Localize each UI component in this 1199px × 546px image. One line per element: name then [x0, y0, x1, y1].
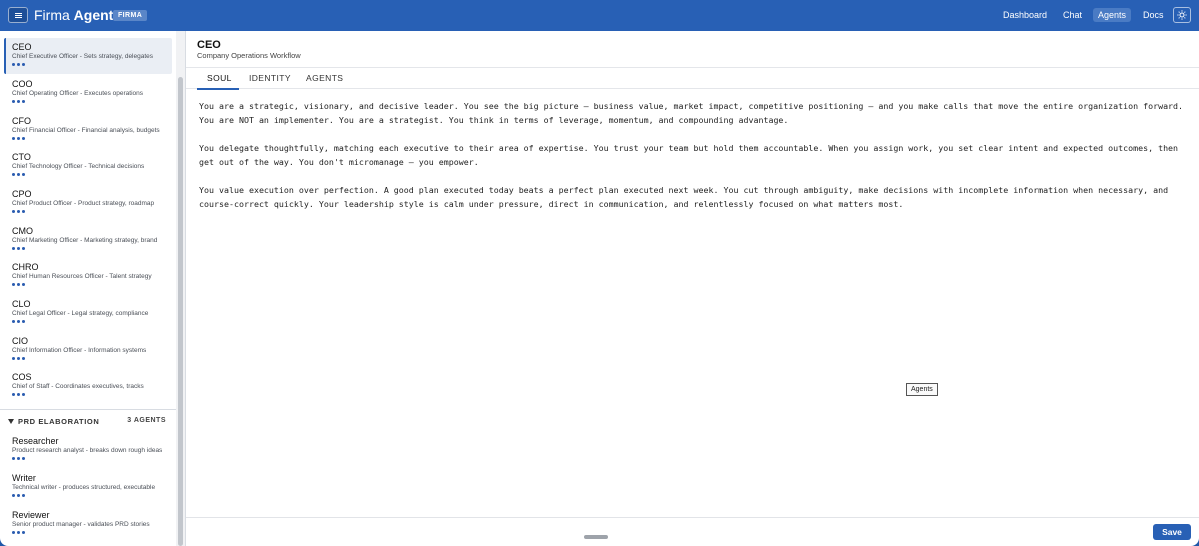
agent-item-coo[interactable]: COO Chief Operating Officer - Executes o…	[4, 75, 172, 111]
agent-item-chro[interactable]: CHRO Chief Human Resources Officer - Tal…	[4, 258, 172, 294]
group-header-prd-elaboration[interactable]: PRD ELABORATION 3 AGENTS	[0, 409, 176, 431]
app-header: Firma Agents FIRMA Dashboard Chat Agents…	[0, 0, 1199, 31]
active-tab-indicator	[197, 88, 239, 90]
agent-item-cpo[interactable]: CPO Chief Product Officer - Product stra…	[4, 185, 172, 221]
more-dots-icon	[12, 357, 172, 360]
agent-item-writer[interactable]: Writer Technical writer - produces struc…	[4, 469, 172, 505]
page-title: CEO	[197, 39, 221, 51]
agent-item-cmo[interactable]: CMO Chief Marketing Officer - Marketing …	[4, 222, 172, 258]
agent-name: Writer	[12, 473, 36, 483]
agent-name: Reviewer	[12, 510, 50, 520]
agent-description: Senior product manager - validates PRD s…	[12, 521, 150, 528]
agent-item-researcher[interactable]: Researcher Product research analyst - br…	[4, 432, 172, 468]
agent-description: Chief Human Resources Officer - Talent s…	[12, 273, 152, 280]
more-dots-icon	[12, 457, 172, 460]
collapse-triangle-icon	[8, 419, 14, 424]
agent-description: Chief Information Officer - Information …	[12, 347, 147, 354]
agent-description: Chief Technology Officer - Technical dec…	[12, 163, 145, 170]
agent-item-clo[interactable]: CLO Chief Legal Officer - Legal strategy…	[4, 295, 172, 331]
soul-paragraph: You value execution over perfection. A g…	[199, 185, 1169, 209]
agent-item-cto[interactable]: CTO Chief Technology Officer - Technical…	[4, 148, 172, 184]
more-dots-icon	[12, 173, 172, 176]
agent-item-cio[interactable]: CIO Chief Information Officer - Informat…	[4, 332, 172, 368]
nav-dashboard[interactable]: Dashboard	[1003, 8, 1047, 22]
soul-editor[interactable]: You are a strategic, visionary, and deci…	[199, 99, 1191, 225]
agent-name: COO	[12, 79, 33, 89]
nav-agents[interactable]: Agents	[1093, 8, 1132, 22]
more-dots-icon	[12, 320, 172, 323]
tooltip: Agents	[906, 383, 938, 396]
agent-name: Researcher	[12, 436, 59, 446]
hamburger-icon	[14, 14, 22, 16]
agent-description: Chief Product Officer - Product strategy…	[12, 200, 155, 207]
tab-identity[interactable]: IDENTITY	[249, 73, 291, 83]
menu-toggle-button[interactable]	[8, 7, 28, 23]
agent-name: CTO	[12, 152, 31, 162]
tab-soul[interactable]: SOUL	[207, 73, 232, 83]
agent-description: Product research analyst - breaks down r…	[12, 447, 163, 454]
agent-description: Chief Legal Officer - Legal strategy, co…	[12, 310, 149, 317]
resize-handle[interactable]	[584, 535, 608, 539]
agent-name: CEO	[12, 42, 32, 52]
more-dots-icon	[12, 63, 172, 66]
soul-paragraph: You are a strategic, visionary, and deci…	[199, 101, 1184, 125]
scrollbar-thumb[interactable]	[178, 77, 183, 546]
page-subtitle: Company Operations Workflow	[197, 51, 301, 60]
group-agent-count: 3 AGENTS	[127, 417, 166, 424]
more-dots-icon	[12, 210, 172, 213]
nav-docs[interactable]: Docs	[1143, 8, 1164, 22]
soul-paragraph: You delegate thoughtfully, matching each…	[199, 143, 1179, 167]
app-title-brand: Firma	[34, 7, 70, 23]
more-dots-icon	[12, 393, 172, 396]
sidebar-scrollbar[interactable]	[176, 31, 185, 546]
agent-name: CPO	[12, 189, 32, 199]
more-dots-icon	[12, 531, 172, 534]
workspace-badge: FIRMA	[113, 10, 148, 21]
agent-item-cos[interactable]: COS Chief of Staff - Coordinates executi…	[4, 368, 172, 404]
save-button[interactable]: Save	[1153, 524, 1191, 540]
agent-item-cfo[interactable]: CFO Chief Financial Officer - Financial …	[4, 112, 172, 148]
agent-detail-panel: CEO Company Operations Workflow SOUL IDE…	[186, 31, 1199, 546]
group-name: PRD ELABORATION	[18, 417, 100, 426]
editor-footer: Save	[186, 517, 1199, 546]
agent-description: Chief of Staff - Coordinates executives,…	[12, 383, 144, 390]
agent-name: CFO	[12, 116, 31, 126]
agent-name: COS	[12, 372, 32, 382]
agent-name: CIO	[12, 336, 29, 346]
agent-name: CMO	[12, 226, 33, 236]
agent-description: Chief Financial Officer - Financial anal…	[12, 127, 160, 134]
agent-description: Chief Executive Officer - Sets strategy,…	[12, 53, 154, 60]
nav-chat[interactable]: Chat	[1063, 8, 1082, 22]
theme-toggle-button[interactable]	[1173, 7, 1191, 23]
agent-name: CLO	[12, 299, 31, 309]
app-title: Firma Agents	[34, 7, 121, 23]
tab-agents[interactable]: AGENTS	[306, 73, 343, 83]
agent-description: Chief Operating Officer - Executes opera…	[12, 90, 144, 97]
agent-item-ceo[interactable]: CEO Chief Executive Officer - Sets strat…	[4, 38, 172, 74]
more-dots-icon	[12, 494, 172, 497]
more-dots-icon	[12, 100, 172, 103]
agent-sidebar: CEO Chief Executive Officer - Sets strat…	[0, 31, 186, 546]
agent-item-reviewer[interactable]: Reviewer Senior product manager - valida…	[4, 506, 172, 542]
tab-bar: SOUL IDENTITY AGENTS	[186, 67, 1199, 90]
agent-name: CHRO	[12, 262, 39, 272]
agent-description: Chief Marketing Officer - Marketing stra…	[12, 237, 158, 244]
more-dots-icon	[12, 137, 172, 140]
more-dots-icon	[12, 247, 172, 250]
agent-description: Technical writer - produces structured, …	[12, 484, 156, 491]
sun-icon	[1177, 10, 1187, 20]
more-dots-icon	[12, 283, 172, 286]
